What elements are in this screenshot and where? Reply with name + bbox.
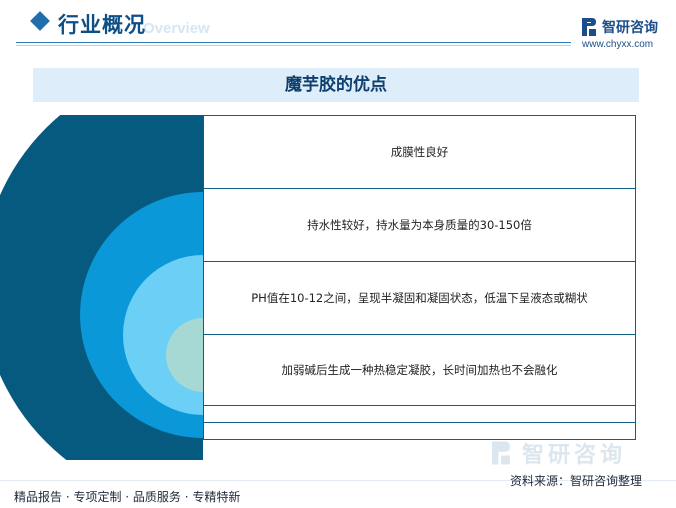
header-divider [16, 42, 571, 43]
header-title: 行业概况 [58, 13, 146, 37]
brand-logo[interactable]: 智研咨询 www.chyxx.com [580, 14, 676, 54]
advantage-text: 加弱碱后生成一种热稳定凝胶，长时间加热也不会融化 [281, 363, 558, 377]
banner-title: 魔芋胶的优点 [33, 68, 639, 102]
watermark: 智研咨询 [488, 437, 668, 469]
advantage-row-4: 加弱碱后生成一种热稳定凝胶，长时间加热也不会融化 [203, 334, 636, 406]
advantage-text: PH值在10-12之间，呈现半凝固和凝固状态，低温下呈液态或糊状 [251, 291, 588, 305]
brand-url[interactable]: www.chyxx.com [582, 39, 653, 50]
advantage-row-1: 成膜性良好 [203, 115, 636, 189]
advantage-row-2: 持水性较好，持水量为本身质量的30-150倍 [203, 188, 636, 262]
chyxx-logo-icon [582, 18, 596, 36]
brand-name: 智研咨询 [602, 20, 658, 36]
advantages-diagram: 成膜性良好持水性较好，持水量为本身质量的30-150倍 PH值在10-12之间，呈… [0, 115, 676, 460]
advantage-text: 成膜性良好 [390, 145, 449, 159]
watermark-name: 智研咨询 [522, 443, 627, 468]
advantage-text: 持水性较好，持水量为本身质量的30-150倍 [307, 218, 532, 232]
page-header: Overview 行业概况 [0, 0, 676, 56]
source-note: 资料来源：智研咨询整理 [510, 474, 643, 488]
header-divider-light [16, 45, 571, 46]
diamond-icon [30, 11, 50, 31]
advantage-row-3: PH值在10-12之间，呈现半凝固和凝固状态，低温下呈液态或糊状 [203, 261, 636, 335]
footer-tagline: 精品报告 · 专项定制 · 品质服务 · 专精特新 [14, 490, 241, 504]
header-subtitle: Overview [143, 20, 210, 37]
watermark-logo-icon [492, 441, 510, 465]
advantage-row-5 [203, 405, 636, 423]
